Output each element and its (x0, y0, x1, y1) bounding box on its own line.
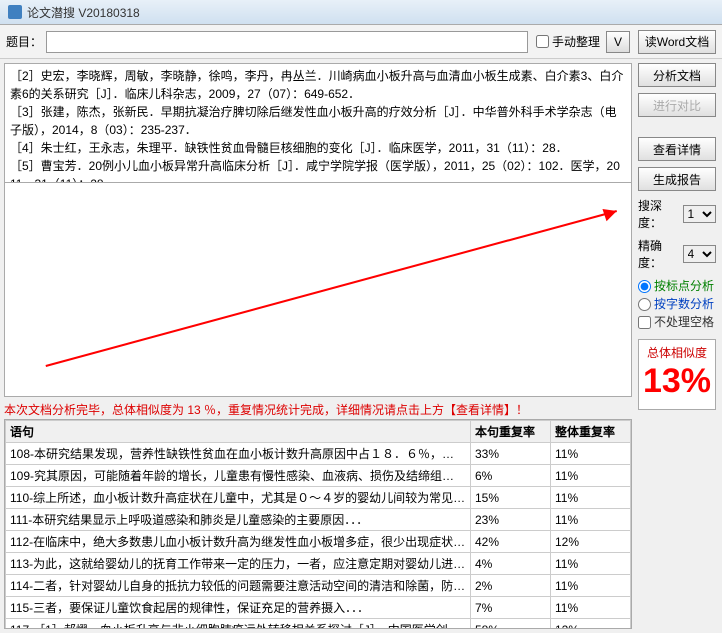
cell-local-rate: 2% (471, 575, 551, 597)
table-row[interactable]: 115-三者，要保证儿童饮食起居的规律性，保证充足的营养摄入．．．7%11% (6, 597, 631, 619)
table-row[interactable]: 109-究其原因，可能随着年龄的增长，儿童患有慢性感染、血液病、损伤及结缔组织疾… (6, 465, 631, 487)
table-row[interactable]: 117-［1］郝燿．血小板升高与非小细胞肺癌远处转移相关系探讨［J］．中国医学创… (6, 619, 631, 630)
detail-button[interactable]: 查看详情 (638, 137, 716, 161)
similarity-value: 13% (639, 361, 715, 401)
results-table-wrap[interactable]: 语句 本句重复率 整体重复率 108-本研究结果发现，营养性缺铁性贫血在血小板计… (4, 419, 632, 629)
cell-total-rate: 12% (551, 531, 631, 553)
cell-text: 111-本研究结果显示上呼吸道感染和肺炎是儿童感染的主要原因．．． (6, 509, 471, 531)
cell-local-rate: 58% (471, 619, 551, 630)
results-table: 语句 本句重复率 整体重复率 108-本研究结果发现，营养性缺铁性贫血在血小板计… (5, 420, 631, 629)
cell-local-rate: 4% (471, 553, 551, 575)
cell-total-rate: 11% (551, 465, 631, 487)
precision-label: 精确度： (638, 237, 683, 271)
col-header[interactable]: 本句重复率 (471, 421, 551, 443)
precision-select[interactable]: 4 (683, 245, 717, 263)
window-title: 论文潜搜 V20180318 (27, 4, 140, 21)
table-row[interactable]: 108-本研究结果发现，营养性缺铁性贫血在血小板计数升高原因中占１８．６％，另外… (6, 443, 631, 465)
col-header[interactable]: 语句 (6, 421, 471, 443)
topbar: 题目： 手动整理 V 读Word文档 (0, 25, 722, 59)
arrow-panel (4, 183, 632, 397)
summary-text: 本次文档分析完毕，总体相似度为 13 ％，重复情况统计完成，详细情况请点击上方【… (4, 397, 632, 419)
references-box[interactable]: ［2］史宏，李晓辉，周敏，李晓静，徐鸣，李丹，冉丛兰．川崎病血小板升高与血清血小… (4, 63, 632, 183)
manual-checkbox[interactable] (536, 35, 549, 48)
table-row[interactable]: 113-为此，这就给婴幼儿的抚育工作带来一定的压力，一者，应注意定期对婴幼儿进行… (6, 553, 631, 575)
title-input[interactable] (46, 31, 528, 53)
cell-total-rate: 11% (551, 487, 631, 509)
cell-total-rate: 11% (551, 597, 631, 619)
col-header[interactable]: 整体重复率 (551, 421, 631, 443)
cell-text: 112-在临床中，绝大多数患儿血小板计数升高为继发性血小板增多症，很少出现症状，… (6, 531, 471, 553)
precision-control: 精确度： 4 (638, 237, 716, 271)
title-label: 题目： (6, 33, 42, 50)
chk-nospace[interactable]: 不处理空格 (638, 313, 716, 331)
cell-total-rate: 11% (551, 553, 631, 575)
cell-text: 109-究其原因，可能随着年龄的增长，儿童患有慢性感染、血液病、损伤及结缔组织疾… (6, 465, 471, 487)
cell-text: 110-综上所述，血小板计数升高症状在儿童中，尤其是０～４岁的婴幼儿间较为常见，… (6, 487, 471, 509)
cell-text: 117-［1］郝燿．血小板升高与非小细胞肺癌远处转移相关系探讨［J］．中国医学创… (6, 619, 471, 630)
cell-local-rate: 42% (471, 531, 551, 553)
cell-text: 113-为此，这就给婴幼儿的抚育工作带来一定的压力，一者，应注意定期对婴幼儿进行… (6, 553, 471, 575)
report-button[interactable]: 生成报告 (638, 167, 716, 191)
v-button[interactable]: V (606, 31, 630, 53)
ref-line: ［3］张建，陈杰，张新民．早期抗凝治疗脾切除后继发性血小板升高的疗效分析［J］．… (10, 103, 626, 139)
cell-local-rate: 33% (471, 443, 551, 465)
cell-total-rate: 11% (551, 509, 631, 531)
depth-control: 搜深度： 1 (638, 197, 716, 231)
ref-line: ［4］朱士红，王永志，朱理平．缺铁性贫血骨髓巨核细胞的变化［J］．临床医学，20… (10, 139, 626, 157)
similarity-box: 总体相似度 13% (638, 339, 716, 410)
table-row[interactable]: 110-综上所述，血小板计数升高症状在儿童中，尤其是０～４岁的婴幼儿间较为常见，… (6, 487, 631, 509)
similarity-label: 总体相似度 (639, 344, 715, 361)
arrow-icon (5, 183, 631, 396)
manual-checkbox-label: 手动整理 (552, 33, 600, 50)
ref-line: ［5］曹宝芳．20例小儿血小板异常升高临床分析［J］．咸宁学院学报（医学版），2… (10, 157, 626, 183)
cell-total-rate: 11% (551, 575, 631, 597)
read-word-button[interactable]: 读Word文档 (638, 30, 716, 54)
table-row[interactable]: 112-在临床中，绝大多数患儿血小板计数升高为继发性血小板增多症，很少出现症状，… (6, 531, 631, 553)
titlebar: 论文潜搜 V20180318 (0, 0, 722, 25)
mode-radio-group: 按标点分析 按字数分析 不处理空格 (638, 277, 716, 331)
cell-local-rate: 7% (471, 597, 551, 619)
radio-punct[interactable]: 按标点分析 (638, 277, 716, 295)
cell-local-rate: 6% (471, 465, 551, 487)
analyze-button[interactable]: 分析文档 (638, 63, 716, 87)
depth-select[interactable]: 1 (683, 205, 717, 223)
cell-text: 108-本研究结果发现，营养性缺铁性贫血在血小板计数升高原因中占１８．６％，另外… (6, 443, 471, 465)
table-row[interactable]: 111-本研究结果显示上呼吸道感染和肺炎是儿童感染的主要原因．．．23%11% (6, 509, 631, 531)
compare-button: 进行对比 (638, 93, 716, 117)
cell-local-rate: 15% (471, 487, 551, 509)
ref-line: ［2］史宏，李晓辉，周敏，李晓静，徐鸣，李丹，冉丛兰．川崎病血小板升高与血清血小… (10, 67, 626, 103)
cell-text: 115-三者，要保证儿童饮食起居的规律性，保证充足的营养摄入．．． (6, 597, 471, 619)
cell-text: 114-二者，针对婴幼儿自身的抵抗力较低的问题需要注意活动空间的清洁和除菌，防止… (6, 575, 471, 597)
depth-label: 搜深度： (638, 197, 683, 231)
manual-checkbox-wrap[interactable]: 手动整理 (536, 33, 600, 50)
cell-total-rate: 11% (551, 443, 631, 465)
app-icon (8, 5, 22, 19)
table-row[interactable]: 114-二者，针对婴幼儿自身的抵抗力较低的问题需要注意活动空间的清洁和除菌，防止… (6, 575, 631, 597)
right-panel: 分析文档 进行对比 查看详情 生成报告 搜深度： 1 精确度： 4 按标点分析 … (636, 59, 722, 633)
cell-local-rate: 23% (471, 509, 551, 531)
cell-total-rate: 12% (551, 619, 631, 630)
radio-char[interactable]: 按字数分析 (638, 295, 716, 313)
